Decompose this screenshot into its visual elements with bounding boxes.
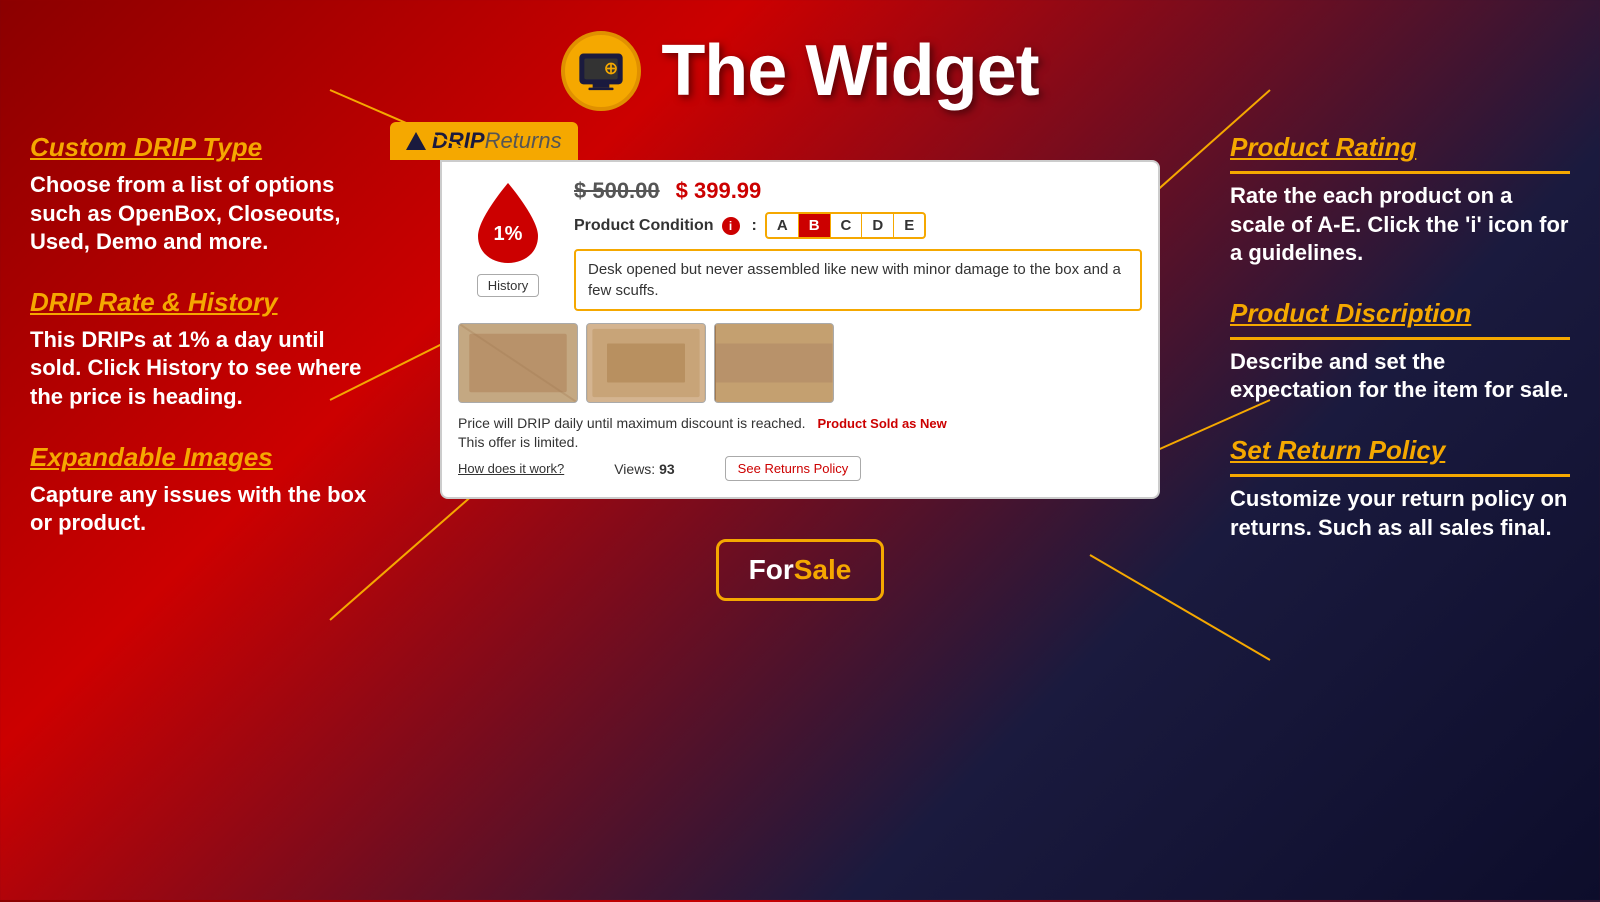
new-price: $ 399.99	[676, 178, 762, 204]
product-discription-desc: Describe and set the expectation for the…	[1230, 348, 1570, 405]
grade-c[interactable]: C	[831, 214, 863, 237]
image-thumb-3[interactable]	[714, 323, 834, 403]
center-column: DRIP Returns 1% History	[390, 122, 1210, 902]
returns-logo-text: Returns	[485, 128, 562, 154]
expandable-images-title: Expandable Images	[30, 442, 370, 473]
drip-notice: Price will DRIP daily until maximum disc…	[458, 413, 947, 434]
forsale-for-text: For	[749, 554, 794, 586]
views-label: Views:	[614, 461, 655, 477]
grade-d[interactable]: D	[862, 214, 894, 237]
grade-a[interactable]: A	[767, 214, 799, 237]
main-layout: Custom DRIP Type Choose from a list of o…	[0, 122, 1600, 902]
drip-logo-bar: DRIP Returns	[390, 122, 578, 160]
bottom-info: Price will DRIP daily until maximum disc…	[458, 413, 1142, 481]
history-button[interactable]: History	[477, 274, 539, 297]
returns-btn-text: Returns Policy	[764, 461, 848, 476]
drip-drop-badge: 1%	[463, 178, 553, 268]
drip-rate-history-desc: This DRIPs at 1% a day until sold. Click…	[30, 326, 370, 412]
drip-notice-block: Price will DRIP daily until maximum disc…	[458, 413, 947, 481]
header: The Widget	[0, 0, 1600, 122]
grade-b[interactable]: B	[799, 214, 831, 237]
images-row	[458, 323, 1142, 403]
condition-row: Product Condition i : A B C D E	[574, 212, 1142, 239]
divider-3	[1230, 474, 1570, 477]
left-column: Custom DRIP Type Choose from a list of o…	[30, 122, 370, 902]
product-row: 1% History $ 500.00 $ 399.99 Product Con…	[458, 178, 1142, 311]
product-discription-title: Product Discription	[1230, 298, 1570, 329]
product-sold-badge: Product Sold as New	[817, 416, 946, 431]
drip-rate-history-title: DRIP Rate & History	[30, 287, 370, 318]
product-rating-title: Product Rating	[1230, 132, 1570, 163]
set-return-policy-desc: Customize your return policy on returns.…	[1230, 485, 1570, 542]
custom-drip-type-desc: Choose from a list of options such as Op…	[30, 171, 370, 257]
divider-1	[1230, 171, 1570, 174]
old-price: $ 500.00	[574, 178, 660, 204]
custom-drip-type-title: Custom DRIP Type	[30, 132, 370, 163]
product-info: $ 500.00 $ 399.99 Product Condition i : …	[574, 178, 1142, 311]
product-rating-desc: Rate the each product on a scale of A-E.…	[1230, 182, 1570, 268]
drip-logo-text: DRIP	[432, 128, 485, 154]
image-thumb-1[interactable]	[458, 323, 578, 403]
expandable-images-desc: Capture any issues with the box or produ…	[30, 481, 370, 538]
right-column: Product Rating Rate the each product on …	[1230, 122, 1570, 902]
condition-label: Product Condition	[574, 217, 714, 235]
condition-grades: A B C D E	[765, 212, 926, 239]
forsale-sale-text: Sale	[794, 554, 852, 586]
forsale-badge: For Sale	[716, 539, 885, 601]
product-thumbnail: 1% History	[458, 178, 558, 311]
logo-icon	[561, 31, 641, 111]
svg-text:1%: 1%	[494, 223, 523, 245]
divider-2	[1230, 337, 1570, 340]
widget-box: 1% History $ 500.00 $ 399.99 Product Con…	[440, 160, 1160, 499]
drip-notice-line1: Price will DRIP daily until maximum disc…	[458, 415, 806, 431]
page-title: The Widget	[661, 30, 1038, 112]
image-thumb-2[interactable]	[586, 323, 706, 403]
returns-btn-see: See	[738, 461, 761, 476]
drip-triangle-icon	[406, 132, 426, 150]
price-row: $ 500.00 $ 399.99	[574, 178, 1142, 204]
info-icon[interactable]: i	[722, 217, 740, 235]
views-count: 93	[659, 461, 675, 477]
product-description[interactable]: Desk opened but never assembled like new…	[574, 249, 1142, 311]
how-does-it-work-link[interactable]: How does it work?	[458, 461, 564, 476]
colon: :	[752, 217, 757, 235]
set-return-policy-title: Set Return Policy	[1230, 435, 1570, 466]
drip-notice-line2: This offer is limited.	[458, 434, 947, 450]
returns-policy-button[interactable]: See Returns Policy	[725, 456, 862, 481]
grade-e[interactable]: E	[894, 214, 924, 237]
views-text: Views: 93	[614, 461, 674, 477]
